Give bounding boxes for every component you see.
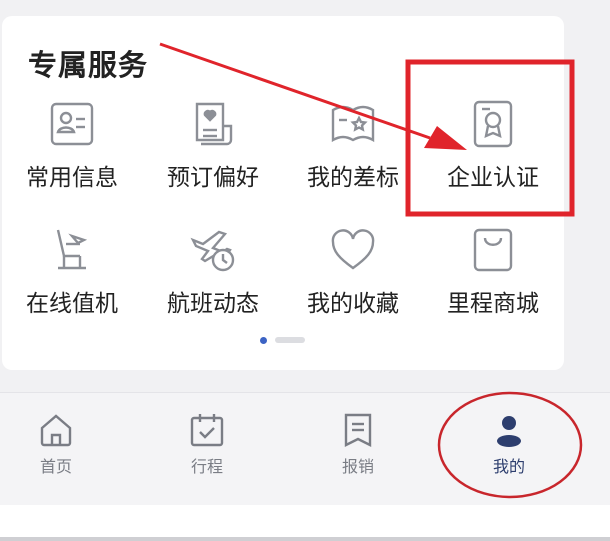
service-label: 在线值机: [26, 291, 118, 317]
service-label: 航班动态: [167, 291, 259, 317]
bottom-strip: [0, 505, 610, 537]
service-label: 常用信息: [26, 165, 118, 191]
service-label: 企业认证: [447, 165, 539, 191]
pager-dot-active[interactable]: [260, 337, 267, 344]
service-flight-status[interactable]: 航班动态: [143, 222, 283, 318]
receipt-icon: [344, 413, 372, 447]
tab-label: 行程: [190, 457, 223, 476]
service-my-favorites[interactable]: 我的收藏: [283, 222, 423, 318]
section-title: 专属服务: [28, 48, 149, 82]
preference-doc-icon: [195, 102, 233, 146]
service-label: 我的收藏: [307, 291, 399, 317]
service-label: 里程商城: [447, 291, 539, 317]
tab-reimbursement[interactable]: 报销: [313, 411, 403, 477]
travel-standard-book-icon: [331, 105, 375, 143]
service-label: 我的差标: [307, 165, 399, 191]
tab-home[interactable]: 首页: [11, 411, 101, 477]
service-mileage-mall[interactable]: 里程商城: [423, 222, 563, 318]
service-travel-standard[interactable]: 我的差标: [283, 96, 423, 192]
shopping-bag-icon: [473, 228, 513, 272]
service-label: 预订偏好: [167, 165, 259, 191]
tab-itinerary[interactable]: 行程: [162, 411, 252, 477]
pager-dot[interactable]: [275, 337, 305, 343]
tab-label: 首页: [39, 457, 72, 476]
calendar-check-icon: [190, 414, 224, 447]
heart-icon: [331, 229, 375, 270]
user-icon: [497, 416, 521, 447]
service-online-checkin[interactable]: 在线值机: [2, 222, 142, 318]
id-card-icon: [50, 102, 94, 146]
bottom-tab-bar: 首页 行程 报销 我的: [0, 392, 610, 505]
home-icon: [40, 414, 72, 447]
service-booking-preference[interactable]: 预订偏好: [143, 96, 283, 192]
seat-checkin-icon: [56, 229, 88, 270]
service-enterprise-certification[interactable]: 企业认证: [423, 96, 563, 192]
tab-mine[interactable]: 我的: [464, 411, 554, 477]
certificate-icon: [473, 100, 513, 148]
tab-label: 我的: [492, 457, 525, 476]
bottom-divider: [0, 537, 610, 541]
tab-label: 报销: [341, 457, 374, 476]
plane-clock-icon: [190, 230, 235, 272]
service-common-info[interactable]: 常用信息: [2, 96, 142, 192]
